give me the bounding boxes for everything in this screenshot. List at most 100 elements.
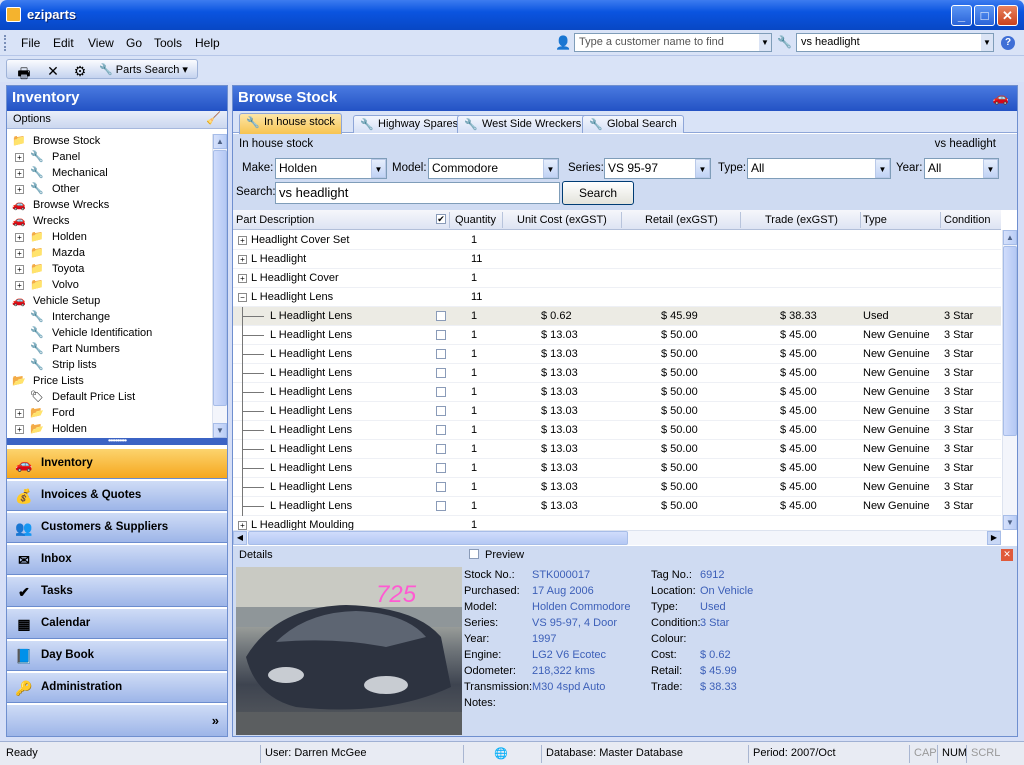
table-row[interactable]: L Headlight Lens 1 $ 13.03 $ 50.00 $ 45.00 Ne… bbox=[233, 478, 1001, 497]
tab-in-house-stock[interactable]: 🔧 In house stock bbox=[239, 113, 342, 134]
parts-find-input[interactable]: vs headlight ▼ bbox=[796, 33, 994, 52]
broom-icon[interactable]: 🧹 bbox=[206, 111, 221, 125]
chevron-down-icon[interactable]: ▼ bbox=[875, 159, 890, 178]
col-unit-cost[interactable]: Unit Cost (exGST) bbox=[517, 214, 607, 226]
maximize-button[interactable]: □ bbox=[974, 5, 995, 26]
expand-icon[interactable]: + bbox=[238, 236, 247, 245]
model-select[interactable]: Commodore ▼ bbox=[428, 158, 559, 179]
table-row[interactable]: L Headlight Lens 1 $ 0.62 $ 45.99 $ 38.33 Use… bbox=[233, 307, 1001, 326]
tree-item[interactable]: 📂 Price Lists bbox=[7, 374, 213, 390]
col-trade[interactable]: Trade (exGST) bbox=[765, 214, 838, 226]
tree-item[interactable]: + 🔧 Other bbox=[7, 182, 213, 198]
tab-west-side-wreckers[interactable]: 🔧 West Side Wreckers bbox=[457, 115, 589, 133]
nav-day-book[interactable]: 📘 Day Book bbox=[7, 640, 227, 671]
close-details-icon[interactable]: ✕ bbox=[1001, 549, 1013, 561]
col-retail[interactable]: Retail (exGST) bbox=[645, 214, 718, 226]
tree-item[interactable]: + 📁 Volvo bbox=[7, 278, 213, 294]
scroll-thumb[interactable] bbox=[213, 150, 227, 406]
menu-view[interactable]: View bbox=[88, 36, 114, 50]
tree-item[interactable]: 🔧 Strip lists bbox=[7, 358, 213, 374]
chevron-down-icon[interactable]: ▼ bbox=[695, 159, 710, 178]
minimize-button[interactable]: _ bbox=[951, 5, 972, 26]
expand-icon[interactable]: + bbox=[15, 265, 24, 274]
table-row[interactable]: L Headlight Lens 1 $ 13.03 $ 50.00 $ 45.00 Ne… bbox=[233, 459, 1001, 478]
print-icon[interactable]: 🖶 bbox=[15, 63, 33, 87]
nav-calendar[interactable]: ▦ Calendar bbox=[7, 608, 227, 639]
tree-item[interactable]: 🔧 Vehicle Identification bbox=[7, 326, 213, 342]
tree-item[interactable]: 📁 Browse Stock bbox=[7, 134, 213, 150]
table-row[interactable]: L Headlight Lens 1 $ 13.03 $ 50.00 $ 45.00 Ne… bbox=[233, 345, 1001, 364]
chevron-down-icon[interactable]: ▼ bbox=[983, 159, 998, 178]
close-button[interactable]: ✕ bbox=[997, 5, 1018, 26]
row-checkbox[interactable] bbox=[436, 425, 446, 435]
year-select[interactable]: All ▼ bbox=[924, 158, 999, 179]
tree-item[interactable]: + 📁 Holden bbox=[7, 230, 213, 246]
scroll-up-icon[interactable]: ▲ bbox=[213, 134, 227, 149]
customer-find-input[interactable]: Type a customer name to find ▼ bbox=[574, 33, 772, 52]
nav-administration[interactable]: 🔑 Administration bbox=[7, 672, 227, 703]
tree-item[interactable]: + 📁 Mazda bbox=[7, 246, 213, 262]
row-checkbox[interactable] bbox=[436, 311, 446, 321]
search-input[interactable]: vs headlight bbox=[275, 182, 560, 204]
grid-hscrollbar[interactable]: ◀ ▶ bbox=[233, 530, 1001, 545]
delete-icon[interactable]: ✕ bbox=[44, 63, 62, 80]
preview-checkbox[interactable] bbox=[469, 549, 479, 559]
row-checkbox[interactable] bbox=[436, 444, 446, 454]
expand-icon[interactable]: + bbox=[15, 425, 24, 434]
tree-item[interactable]: 🔧 Part Numbers bbox=[7, 342, 213, 358]
tree-item[interactable]: + 🔧 Mechanical bbox=[7, 166, 213, 182]
scroll-down-icon[interactable]: ▼ bbox=[1003, 515, 1017, 530]
table-row[interactable]: L Headlight Lens 1 $ 13.03 $ 50.00 $ 45.00 Ne… bbox=[233, 497, 1001, 516]
nav-invoices-quotes[interactable]: 💰 Invoices & Quotes bbox=[7, 480, 227, 511]
group-row[interactable]: − L Headlight Lens 11 bbox=[233, 288, 1001, 307]
type-select[interactable]: All ▼ bbox=[747, 158, 891, 179]
tree-item[interactable]: 🔧 Interchange bbox=[7, 310, 213, 326]
expand-icon[interactable]: + bbox=[15, 185, 24, 194]
col-type[interactable]: Type bbox=[863, 214, 887, 226]
col-part-description[interactable]: Part Description bbox=[236, 214, 314, 226]
scroll-thumb[interactable] bbox=[1003, 246, 1017, 436]
tree-item[interactable]: 🏷 Default Price List bbox=[7, 390, 213, 406]
expand-icon[interactable]: + bbox=[238, 255, 247, 264]
chevron-down-icon[interactable]: ▼ bbox=[371, 159, 386, 178]
expand-icon[interactable]: + bbox=[15, 233, 24, 242]
row-checkbox[interactable] bbox=[436, 387, 446, 397]
help-icon[interactable]: ? bbox=[1001, 36, 1015, 50]
table-row[interactable]: L Headlight Lens 1 $ 13.03 $ 50.00 $ 45.00 Ne… bbox=[233, 364, 1001, 383]
nav-customers-suppliers[interactable]: 👥 Customers & Suppliers bbox=[7, 512, 227, 543]
tree-item[interactable]: 🚗 Wrecks bbox=[7, 214, 213, 230]
expand-icon[interactable]: + bbox=[15, 153, 24, 162]
col-condition[interactable]: Condition bbox=[944, 214, 990, 226]
menu-tools[interactable]: Tools bbox=[154, 36, 182, 50]
grid-scrollbar[interactable]: ▲ ▼ bbox=[1002, 230, 1017, 530]
table-row[interactable]: L Headlight Lens 1 $ 13.03 $ 50.00 $ 45.00 Ne… bbox=[233, 383, 1001, 402]
group-row[interactable]: + Headlight Cover Set 1 bbox=[233, 231, 1001, 250]
tab-highway-spares[interactable]: 🔧 Highway Spares bbox=[353, 115, 466, 133]
parts-search-button[interactable]: 🔧 Parts Search ▾ bbox=[99, 63, 188, 76]
group-row[interactable]: + L Headlight Cover 1 bbox=[233, 269, 1001, 288]
expand-icon[interactable]: + bbox=[238, 521, 247, 530]
nav-inbox[interactable]: ✉ Inbox bbox=[7, 544, 227, 575]
row-checkbox[interactable] bbox=[436, 463, 446, 473]
row-checkbox[interactable] bbox=[436, 368, 446, 378]
series-select[interactable]: VS 95-97 ▼ bbox=[604, 158, 711, 179]
hscroll-thumb[interactable] bbox=[248, 531, 628, 545]
chevron-down-icon[interactable]: ▼ bbox=[759, 34, 771, 51]
table-row[interactable]: L Headlight Lens 1 $ 13.03 $ 50.00 $ 45.00 Ne… bbox=[233, 326, 1001, 345]
settings-icon[interactable]: ⚙ bbox=[71, 63, 89, 80]
search-button[interactable]: Search bbox=[562, 181, 634, 205]
scroll-left-icon[interactable]: ◀ bbox=[233, 531, 247, 545]
tree-item[interactable]: 🚗 Browse Wrecks bbox=[7, 198, 213, 214]
menu-file[interactable]: File bbox=[21, 36, 40, 50]
tree-item[interactable]: + 📁 Toyota bbox=[7, 262, 213, 278]
table-row[interactable]: L Headlight Lens 1 $ 13.03 $ 50.00 $ 45.00 Ne… bbox=[233, 402, 1001, 421]
expand-icon[interactable]: + bbox=[15, 409, 24, 418]
tree-item[interactable]: + 🔧 Panel bbox=[7, 150, 213, 166]
expand-icon[interactable]: + bbox=[15, 281, 24, 290]
select-all-checkbox[interactable]: ✔ bbox=[436, 214, 446, 224]
pane-splitter[interactable]: •••••••••• bbox=[7, 437, 227, 445]
table-row[interactable]: L Headlight Lens 1 $ 13.03 $ 50.00 $ 45.00 Ne… bbox=[233, 421, 1001, 440]
row-checkbox[interactable] bbox=[436, 349, 446, 359]
group-row[interactable]: + L Headlight 11 bbox=[233, 250, 1001, 269]
tree-scrollbar[interactable]: ▲ ▼ bbox=[212, 134, 227, 438]
